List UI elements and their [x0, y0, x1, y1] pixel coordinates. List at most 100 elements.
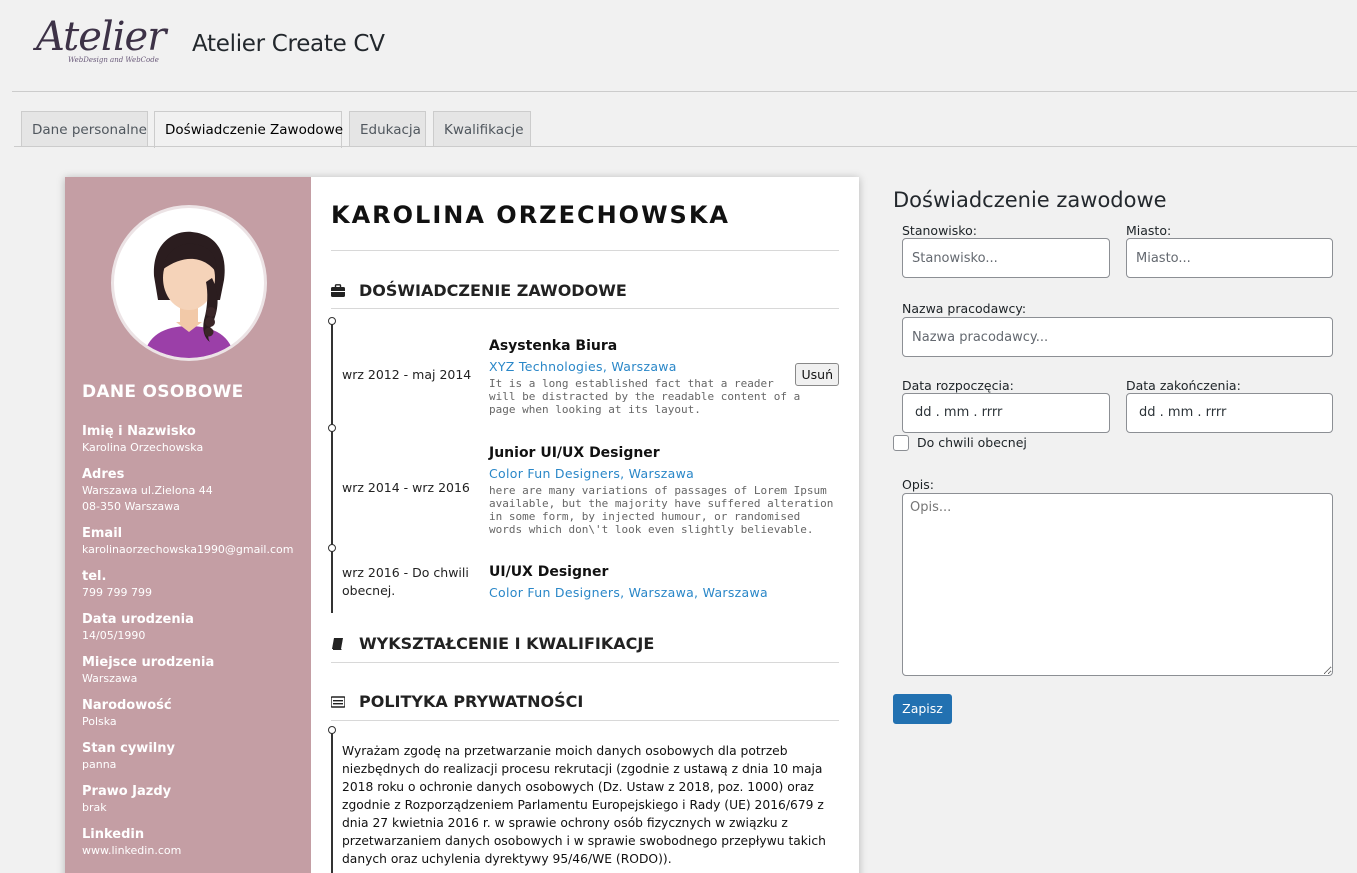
start-date-label: Data rozpoczęcia: [902, 378, 1014, 393]
personal-data-heading: DANE OSOBOWE [82, 382, 244, 402]
job-body: Junior UI/UX Designer Color Fun Designer… [489, 444, 834, 536]
personal-item-nationality: Narodowość Polska [82, 698, 308, 730]
logo-text: Atelier [36, 14, 166, 60]
city-input[interactable] [1126, 238, 1333, 278]
personal-label: Narodowość [82, 698, 172, 713]
personal-data-list: Imię i Nazwisko Karolina Orzechowska Adr… [82, 424, 308, 870]
personal-item-birth-date: Data urodzenia 14/05/1990 [82, 612, 308, 644]
timeline-dot [328, 544, 336, 552]
personal-item-birth-place: Miejsce urodzenia Warszawa [82, 655, 308, 687]
personal-value: www.linkedin.com [82, 844, 182, 857]
description-textarea[interactable] [902, 493, 1333, 676]
end-date-label: Data zakończenia: [1126, 378, 1241, 393]
job-description: here are many variations of passages of … [489, 484, 834, 536]
job-company[interactable]: Color Fun Designers, Warszawa, Warszawa [489, 584, 834, 602]
tab-work-experience[interactable]: Doświadczenie Zawodowe [154, 111, 343, 148]
job-company[interactable]: Color Fun Designers, Warszawa [489, 465, 834, 483]
experience-heading: DOŚWIADCZENIE ZAWODOWE [359, 280, 627, 300]
divider [331, 250, 839, 251]
position-input[interactable] [902, 238, 1110, 278]
delete-experience-button[interactable]: Usuń [795, 363, 839, 386]
book-icon [331, 636, 345, 650]
education-heading: WYKSZTAŁCENIE I KWALIFIKACJE [359, 633, 655, 653]
personal-label: Adres [82, 467, 125, 482]
personal-label: Stan cywilny [82, 741, 175, 756]
current-job-label[interactable]: Do chwili obecnej [917, 435, 1027, 450]
page-title: Atelier Create CV [192, 31, 385, 57]
end-date-input[interactable]: dd . mm . rrrr [1126, 393, 1333, 433]
experience-entry: wrz 2012 - maj 2014 Asystenka Biura XYZ … [342, 337, 839, 417]
personal-value: Warszawa ul.Zielona 44 08-350 Warszawa [82, 484, 213, 513]
personal-label: Prawo Jazdy [82, 784, 172, 799]
personal-item-email: Email karolinaorzechowska1990@gmail.com [82, 526, 308, 558]
personal-item-address: Adres Warszawa ul.Zielona 44 08-350 Wars… [82, 467, 308, 515]
privacy-heading: POLITYKA PRYWATNOŚCI [359, 691, 584, 711]
tab-education[interactable]: Edukacja [349, 111, 426, 147]
privacy-text: Wyrażam zgodę na przetwarzanie moich dan… [342, 744, 826, 866]
personal-value: karolinaorzechowska1990@gmail.com [82, 543, 294, 556]
personal-item-linkedin: Linkedin www.linkedin.com [82, 827, 308, 859]
employer-label: Nazwa pracodawcy: [902, 301, 1027, 316]
timeline-dot [328, 726, 336, 734]
job-body: UI/UX Designer Color Fun Designers, Wars… [489, 563, 834, 602]
list-icon [330, 694, 346, 708]
personal-label: Miejsce urodzenia [82, 655, 215, 670]
personal-value: panna [82, 758, 117, 771]
personal-item-marital-status: Stan cywilny panna [82, 741, 308, 773]
save-button[interactable]: Zapisz [893, 694, 952, 724]
timeline-dot [328, 424, 336, 432]
cv-preview: DANE OSOBOWE Imię i Nazwisko Karolina Or… [65, 177, 859, 873]
cv-full-name: KAROLINA ORZECHOWSKA [331, 201, 731, 229]
personal-item-phone: tel. 799 799 799 [82, 569, 308, 601]
experience-entry: wrz 2016 - Do chwili obecnej. UI/UX Desi… [342, 563, 839, 613]
personal-label: Data urodzenia [82, 612, 194, 627]
cv-main-content: KAROLINA ORZECHOWSKA DOŚWIADCZENIE ZAWOD… [328, 177, 839, 873]
personal-value: 14/05/1990 [82, 629, 146, 642]
privacy-section-title: POLITYKA PRYWATNOŚCI [330, 690, 584, 712]
employer-input[interactable] [902, 317, 1333, 357]
personal-item-name: Imię i Nazwisko Karolina Orzechowska [82, 424, 308, 456]
logo-subtitle: WebDesign and WebCode [68, 56, 159, 64]
job-body: Asystenka Biura XYZ Technologies, Warsza… [489, 337, 834, 416]
atelier-logo[interactable]: Atelier WebDesign and WebCode [34, 14, 166, 70]
briefcase-icon [331, 283, 345, 297]
job-title: UI/UX Designer [489, 564, 609, 580]
divider [331, 308, 839, 309]
experience-timeline [328, 317, 336, 613]
city-label: Miasto: [1126, 223, 1172, 238]
timeline-dot [328, 317, 336, 325]
personal-value: Karolina Orzechowska [82, 441, 204, 454]
experience-entry: wrz 2014 - wrz 2016 Junior UI/UX Designe… [342, 444, 839, 539]
cv-sidebar: DANE OSOBOWE Imię i Nazwisko Karolina Or… [65, 177, 311, 873]
personal-label: Linkedin [82, 827, 145, 842]
tabs-divider [14, 146, 1357, 147]
job-date: wrz 2014 - wrz 2016 [342, 480, 470, 495]
tab-personal-data[interactable]: Dane personalne [21, 111, 148, 147]
privacy-timeline [328, 726, 336, 873]
personal-item-driving-license: Prawo Jazdy brak [82, 784, 308, 816]
job-date: wrz 2012 - maj 2014 [342, 367, 472, 382]
personal-value: Polska [82, 715, 117, 728]
experience-section-title: DOŚWIADCZENIE ZAWODOWE [331, 279, 627, 301]
divider [331, 720, 839, 721]
job-company[interactable]: XYZ Technologies, Warszawa [489, 358, 834, 376]
job-description: It is a long established fact that a rea… [489, 377, 801, 416]
avatar [111, 205, 267, 361]
divider [331, 662, 839, 663]
current-job-checkbox[interactable] [893, 435, 909, 451]
personal-value: Warszawa [82, 672, 138, 685]
personal-label: Email [82, 526, 123, 541]
personal-label: Imię i Nazwisko [82, 424, 196, 439]
personal-value: brak [82, 801, 107, 814]
start-date-input[interactable]: dd . mm . rrrr [902, 393, 1110, 433]
tab-qualifications[interactable]: Kwalifikacje [433, 111, 531, 147]
header-divider [12, 91, 1357, 92]
description-label: Opis: [902, 477, 934, 492]
job-title: Junior UI/UX Designer [489, 445, 660, 461]
education-section-title: WYKSZTAŁCENIE I KWALIFIKACJE [331, 632, 654, 654]
form-title: Doświadczenie zawodowe [893, 188, 1167, 212]
personal-label: tel. [82, 569, 107, 584]
personal-value: 799 799 799 [82, 586, 152, 599]
job-title: Asystenka Biura [489, 338, 618, 354]
avatar-illustration [144, 231, 234, 358]
